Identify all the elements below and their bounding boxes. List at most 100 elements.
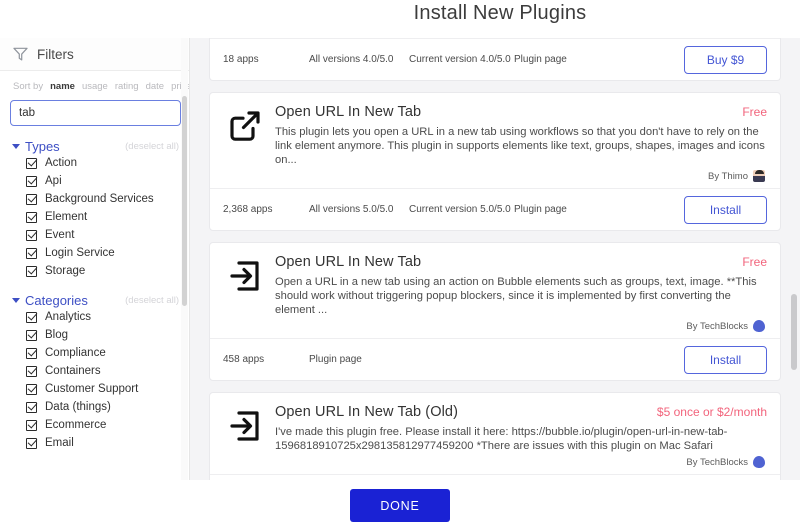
plugin-card: Open URL In New Tab Free Open a URL in a… — [209, 242, 781, 381]
plugin-author-name: By TechBlocks — [686, 320, 748, 332]
plugin-card-main: Open URL In New Tab (Old) $5 once or $2/… — [267, 404, 767, 472]
filter-option-label: Ecommerce — [45, 419, 107, 431]
filter-option-customer-support[interactable]: Customer Support — [0, 380, 189, 398]
filters-scrollbar-thumb[interactable] — [181, 96, 187, 306]
avatar — [753, 320, 765, 332]
plugin-meta-row: 18 apps All versions 4.0/5.0 Current ver… — [210, 38, 780, 80]
page-title: Install New Plugins — [413, 2, 587, 24]
filter-option-compliance[interactable]: Compliance — [0, 344, 189, 362]
checkbox-icon[interactable] — [26, 347, 37, 359]
deselect-all-categories[interactable]: (deselect all) — [125, 295, 179, 306]
plugin-author: By TechBlocks — [275, 317, 767, 336]
filter-option-email[interactable]: Email — [0, 434, 189, 452]
filter-option-label: Login Service — [45, 247, 115, 259]
plugin-card-main: Open URL In New Tab Free Open a URL in a… — [267, 254, 767, 336]
plugin-current-version: Current version 4.0/5.0 — [409, 54, 511, 65]
sort-by-row: Sort by name usage rating date price — [0, 71, 189, 98]
filter-option-event[interactable]: Event — [0, 226, 189, 244]
sort-option-name[interactable]: name — [50, 81, 75, 92]
plugin-card-body: Open URL In New Tab Free Open a URL in a… — [210, 243, 780, 338]
checkbox-icon[interactable] — [26, 175, 37, 187]
plugin-card-main: Open URL In New Tab Free This plugin let… — [267, 104, 767, 186]
buy-button[interactable]: Buy $9 — [684, 45, 767, 74]
filter-group-categories-title: Categories — [25, 293, 88, 308]
avatar — [753, 456, 765, 468]
done-button[interactable]: DONE — [350, 489, 450, 522]
plugin-current-version: Current version 5.0/5.0 — [409, 204, 511, 215]
filter-option-label: Compliance — [45, 347, 106, 359]
plugin-card: Open URL In New Tab Free This plugin let… — [209, 92, 781, 231]
checkbox-icon[interactable] — [26, 437, 37, 449]
plugin-page-link[interactable]: Plugin page — [309, 354, 362, 365]
plugin-price: Free — [742, 255, 767, 269]
filters-title: Filters — [37, 46, 74, 62]
chevron-down-icon — [12, 298, 20, 303]
filter-group-categories: Categories (deselect all) Analytics Blog… — [0, 293, 189, 452]
filter-option-login-service[interactable]: Login Service — [0, 244, 189, 262]
checkbox-icon[interactable] — [26, 193, 37, 205]
dialog-footer: DONE — [0, 480, 800, 531]
plugin-title-row: Open URL In New Tab Free — [275, 104, 767, 120]
filter-option-ecommerce[interactable]: Ecommerce — [0, 416, 189, 434]
install-button[interactable]: Install — [684, 345, 767, 374]
install-plugins-dialog: Install New Plugins Filters Sort by name… — [0, 0, 800, 531]
plugin-author-name: By Thimo — [708, 170, 748, 182]
plugin-title[interactable]: Open URL In New Tab — [275, 104, 421, 120]
filter-option-label: Email — [45, 437, 74, 449]
plugin-page-link[interactable]: Plugin page — [514, 54, 567, 65]
plugin-price: $5 once or $2/month — [656, 405, 767, 419]
checkbox-icon[interactable] — [26, 401, 37, 413]
filter-option-blog[interactable]: Blog — [0, 326, 189, 344]
plugin-title[interactable]: Open URL In New Tab (Old) — [275, 404, 458, 420]
sort-option-usage[interactable]: usage — [82, 81, 108, 92]
checkbox-icon[interactable] — [26, 211, 37, 223]
plugin-title-row: Open URL In New Tab Free — [275, 254, 767, 270]
filter-option-api[interactable]: Api — [0, 172, 189, 190]
install-button[interactable]: Install — [684, 195, 767, 224]
filter-option-action[interactable]: Action — [0, 154, 189, 172]
filter-option-storage[interactable]: Storage — [0, 262, 189, 280]
filter-group-types-header[interactable]: Types (deselect all) — [0, 139, 189, 154]
plugin-all-versions: All versions 4.0/5.0 — [309, 54, 394, 65]
sort-option-date[interactable]: date — [146, 81, 165, 92]
plugin-page-link[interactable]: Plugin page — [514, 204, 567, 215]
checkbox-icon[interactable] — [26, 329, 37, 341]
filter-option-label: Storage — [45, 265, 86, 277]
plugin-actions: Buy $9 — [684, 45, 767, 74]
checkbox-icon[interactable] — [26, 157, 37, 169]
filter-option-containers[interactable]: Containers — [0, 362, 189, 380]
plugin-card: 18 apps All versions 4.0/5.0 Current ver… — [209, 38, 781, 81]
sort-option-rating[interactable]: rating — [115, 81, 139, 92]
funnel-icon — [13, 47, 28, 61]
plugin-list-scrollbar-thumb[interactable] — [791, 294, 797, 370]
search-row — [0, 98, 189, 126]
plugin-actions: Install — [684, 195, 767, 224]
checkbox-icon[interactable] — [26, 383, 37, 395]
plugin-list[interactable]: 18 apps All versions 4.0/5.0 Current ver… — [190, 38, 800, 480]
filter-group-categories-header[interactable]: Categories (deselect all) — [0, 293, 189, 308]
filters-scrollbar-track[interactable] — [181, 38, 188, 480]
checkbox-icon[interactable] — [26, 265, 37, 277]
filter-option-data-things[interactable]: Data (things) — [0, 398, 189, 416]
search-input[interactable] — [10, 100, 181, 126]
filter-option-analytics[interactable]: Analytics — [0, 308, 189, 326]
checkbox-icon[interactable] — [26, 419, 37, 431]
checkbox-icon[interactable] — [26, 247, 37, 259]
filter-option-label: Background Services — [45, 193, 154, 205]
plugin-title[interactable]: Open URL In New Tab — [275, 254, 421, 270]
sign-in-arrow-icon — [223, 254, 267, 336]
filter-option-label: Event — [45, 229, 75, 241]
deselect-all-types[interactable]: (deselect all) — [125, 141, 179, 152]
filter-option-label: Customer Support — [45, 383, 139, 395]
filter-option-label: Action — [45, 157, 77, 169]
filter-option-element[interactable]: Element — [0, 208, 189, 226]
sort-by-label: Sort by — [13, 81, 44, 92]
plugin-meta-row: 458 apps Plugin page Install — [210, 338, 780, 380]
checkbox-icon[interactable] — [26, 365, 37, 377]
filters-panel: Filters Sort by name usage rating date p… — [0, 38, 190, 480]
checkbox-icon[interactable] — [26, 311, 37, 323]
checkbox-icon[interactable] — [26, 229, 37, 241]
filter-option-label: Containers — [45, 365, 101, 377]
filter-option-background-services[interactable]: Background Services — [0, 190, 189, 208]
plugin-card-body: Open URL In New Tab (Old) $5 once or $2/… — [210, 393, 780, 474]
